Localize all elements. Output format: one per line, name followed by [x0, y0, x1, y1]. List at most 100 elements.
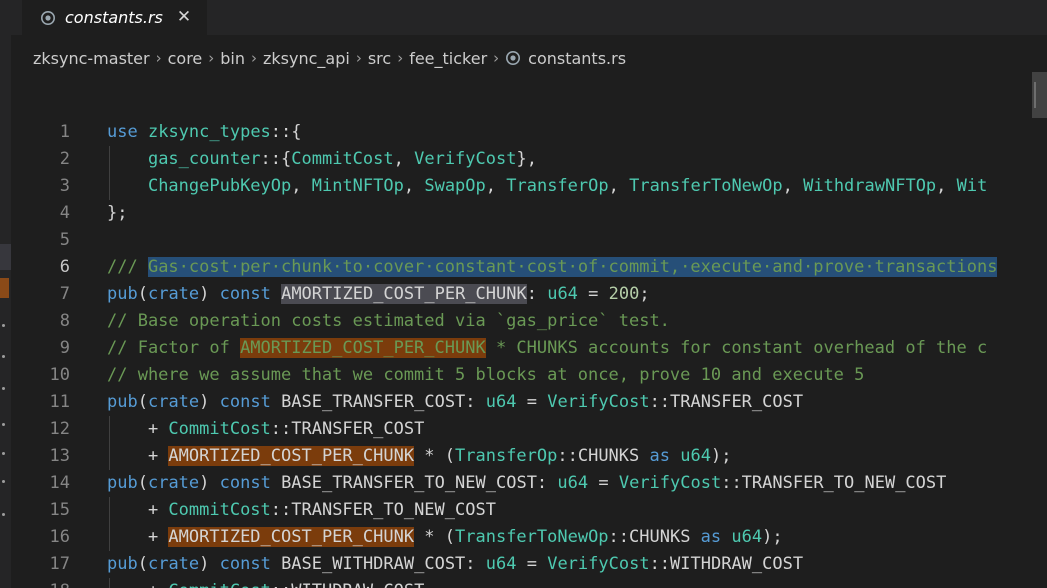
sidebar-dot — [2, 452, 5, 455]
sidebar-dot — [2, 387, 5, 390]
code-line[interactable]: 18 + CommitCost::WITHDRAW_COST — [11, 578, 1047, 588]
tab-label: constants.rs — [65, 8, 163, 27]
code-token: ::CHUNKS — [557, 446, 650, 466]
code-token: // where we assume that we commit 5 bloc… — [107, 365, 865, 385]
code-token: AMORTIZED_COST_PER_CHUNK — [168, 446, 415, 466]
code-text: + CommitCost::WITHDRAW_COST — [107, 578, 424, 588]
rust-file-icon — [40, 10, 56, 26]
breadcrumb-item[interactable]: zksync-master — [33, 49, 150, 68]
breadcrumb-item[interactable]: core — [168, 49, 203, 68]
line-number: 11 — [49, 392, 70, 412]
line-number: 5 — [59, 230, 70, 250]
code-token: u64 — [547, 284, 578, 304]
code-text: pub(crate) const BASE_TRANSFER_COST: u64… — [107, 389, 803, 416]
code-line[interactable]: 15 + CommitCost::TRANSFER_TO_NEW_COST — [11, 497, 1047, 524]
code-token: ::WITHDRAW_COST — [271, 581, 425, 588]
breadcrumb-item[interactable]: src — [368, 49, 391, 68]
code-line[interactable]: 9 // Factor of AMORTIZED_COST_PER_CHUNK *… — [11, 335, 1047, 362]
editor-scrollbar[interactable] — [1032, 72, 1047, 118]
code-token: VerifyCost — [547, 554, 650, 574]
code-token: = — [516, 392, 548, 412]
code-token: u64 — [557, 473, 589, 493]
code-token: /// — [107, 257, 148, 277]
rust-file-icon — [505, 50, 521, 66]
code-line[interactable]: 14 pub(crate) const BASE_TRANSFER_TO_NEW_… — [11, 470, 1047, 497]
code-line[interactable]: 12 + CommitCost::TRANSFER_COST — [11, 416, 1047, 443]
code-token: VerifyCost — [618, 473, 722, 493]
code-token: ( — [137, 284, 148, 304]
breadcrumb-item[interactable]: fee_ticker — [409, 49, 487, 68]
sidebar-dot — [2, 513, 5, 516]
code-token: ; — [639, 284, 650, 304]
line-number: 6 — [59, 257, 70, 277]
code-line[interactable]: 5 — [11, 227, 1047, 254]
code-token: const — [219, 284, 271, 304]
code-token: WithdrawNFTOp — [803, 176, 937, 196]
code-token: ::TRANSFER_TO_NEW_COST — [721, 473, 947, 493]
code-line[interactable]: 10 // where we assume that we commit 5 bl… — [11, 362, 1047, 389]
code-token: ( — [137, 392, 148, 412]
code-token: crate — [147, 473, 200, 493]
code-line[interactable]: 16 + AMORTIZED_COST_PER_CHUNK * (Transfe… — [11, 524, 1047, 551]
code-token: // Base operation costs estimated via `g… — [107, 311, 670, 331]
sidebar-selected-row[interactable] — [0, 244, 11, 270]
code-token: BASE_TRANSFER_COST: — [270, 392, 486, 412]
code-token: pub — [107, 473, 138, 493]
line-number: 13 — [49, 446, 70, 466]
scrollbar-marker — [1034, 82, 1036, 108]
code-line[interactable]: 6 /// Gas·cost·per·chunk·to·cover·constan… — [11, 254, 1047, 281]
chevron-right-icon: › — [155, 49, 162, 67]
code-token: SwapOp — [424, 176, 486, 196]
code-text: // Base operation costs estimated via `g… — [107, 308, 670, 335]
close-icon[interactable]: ✕ — [177, 9, 191, 26]
tab-constants-rs[interactable]: constants.rs ✕ — [22, 0, 207, 35]
code-line[interactable]: 8 // Base operation costs estimated via `… — [11, 308, 1047, 335]
code-text: + AMORTIZED_COST_PER_CHUNK * (TransferTo… — [107, 524, 783, 551]
code-token: ::TRANSFER_COST — [649, 392, 804, 412]
code-line[interactable]: 4}; — [11, 200, 1047, 227]
code-token: ::{ — [260, 149, 292, 169]
code-text: gas_counter::{CommitCost, VerifyCost}, — [107, 146, 537, 173]
code-token: TransferToNewOp — [629, 176, 783, 196]
code-line[interactable]: 1 use zksync_types::{ — [11, 119, 1047, 146]
code-token: , — [485, 176, 507, 196]
code-line[interactable]: 7 pub(crate) const AMORTIZED_COST_PER_CHU… — [11, 281, 1047, 308]
code-token: = — [516, 554, 548, 574]
line-number: 2 — [59, 149, 70, 169]
code-token: crate — [147, 392, 200, 412]
breadcrumb-file[interactable]: constants.rs — [528, 49, 626, 68]
code-text: /// Gas·cost·per·chunk·to·cover·constant… — [107, 254, 998, 281]
code-editor[interactable]: 1 use zksync_types::{2 gas_counter::{Comm… — [11, 118, 1047, 588]
code-token: u64 — [485, 392, 517, 412]
sidebar-modified-marker — [0, 278, 9, 298]
code-token: : — [526, 284, 548, 304]
code-line[interactable]: 2 gas_counter::{CommitCost, VerifyCost}, — [11, 146, 1047, 173]
code-line[interactable]: 3 ChangePubKeyOp, MintNFTOp, SwapOp, Tra… — [11, 173, 1047, 200]
code-token: ) — [199, 473, 220, 493]
code-line[interactable]: 11 pub(crate) const BASE_TRANSFER_COST: u… — [11, 389, 1047, 416]
line-number: 17 — [49, 554, 70, 574]
code-text: // where we assume that we commit 5 bloc… — [107, 362, 864, 389]
code-token: ::WITHDRAW_COST — [649, 554, 804, 574]
code-token: zksync_types — [147, 122, 271, 142]
breadcrumb-item[interactable]: bin — [220, 49, 245, 68]
breadcrumb-item[interactable]: zksync_api — [263, 49, 350, 68]
code-token: + — [107, 446, 169, 466]
code-line[interactable]: 17 pub(crate) const BASE_WITHDRAW_COST: u… — [11, 551, 1047, 578]
code-text: // Factor of AMORTIZED_COST_PER_CHUNK * … — [107, 335, 987, 362]
line-number: 15 — [49, 500, 70, 520]
code-token: * ( — [414, 446, 456, 466]
code-token: CommitCost — [291, 149, 394, 169]
code-token: ) — [199, 392, 220, 412]
code-token: const — [219, 392, 271, 412]
code-line[interactable]: 13 + AMORTIZED_COST_PER_CHUNK * (Transfe… — [11, 443, 1047, 470]
code-token: ( — [137, 554, 148, 574]
sidebar-dot — [2, 324, 5, 327]
tab-bar: constants.rs ✕ — [11, 0, 1047, 35]
code-token: Wit — [956, 176, 988, 196]
code-token: u64 — [731, 527, 763, 547]
code-token: as — [649, 446, 670, 466]
